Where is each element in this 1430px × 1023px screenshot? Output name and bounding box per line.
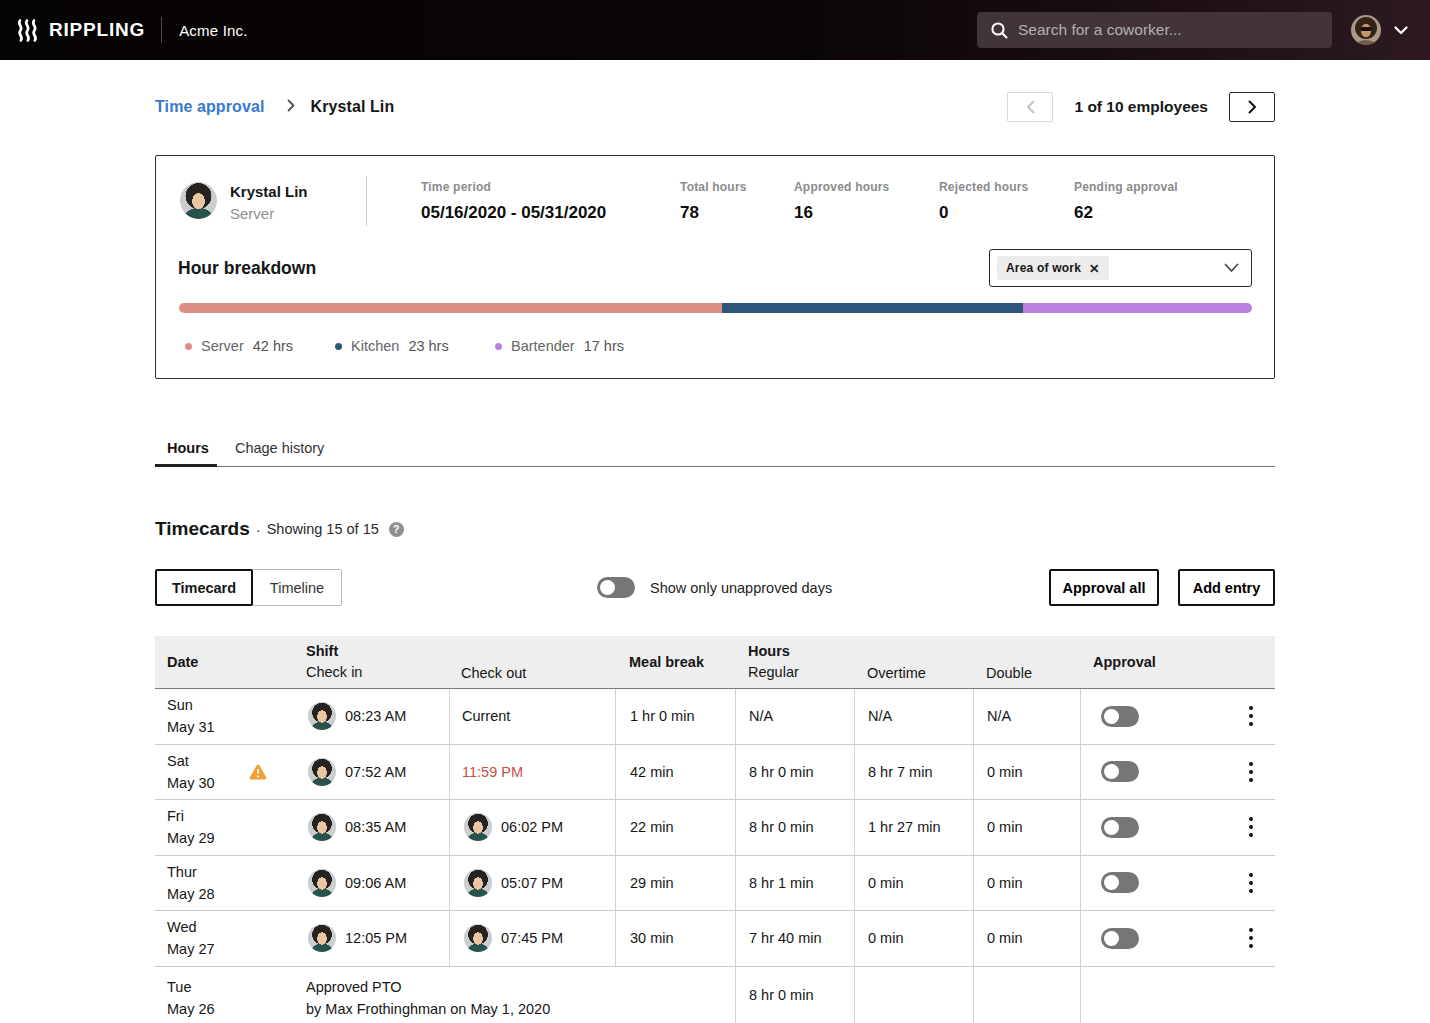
approval-all-button[interactable]: Approval all [1049,569,1159,606]
hour-breakdown-bar [179,303,1252,313]
chip-remove-icon[interactable]: ✕ [1089,261,1099,276]
next-employee-button[interactable] [1229,92,1275,122]
employee-name: Krystal Lin [230,183,308,200]
warning-icon [249,764,267,783]
timecard-row-may30: SatMay 30 07:52 AM 11:59 PM 42 min 8 hr … [155,745,1275,801]
row-menu-icon[interactable] [1249,815,1253,839]
user-avatar[interactable] [1351,15,1381,45]
account-menu-chevron-icon[interactable] [1394,21,1408,39]
search-icon [990,21,1009,40]
tab-bar: Hours Chage history [155,440,1275,467]
card-divider [366,176,367,226]
approve-toggle[interactable] [1101,706,1139,727]
unapproved-days-toggle[interactable] [597,577,635,598]
breadcrumb-time-approval[interactable]: Time approval [155,98,265,116]
view-switcher: Timecard Timeline [155,569,342,606]
checkin-avatar [308,869,336,897]
previous-employee-button[interactable] [1007,92,1053,122]
bar-segment-bartender [1023,303,1252,313]
timecard-row-may27: WedMay 27 12:05 PM 07:45 PM 30 min 7 hr … [155,911,1275,967]
employee-summary-card: Krystal Lin Server Time period 05/16/202… [155,155,1275,379]
legend-dot [185,343,192,350]
timecard-row-may29: FriMay 29 08:35 AM 06:02 PM 22 min 8 hr … [155,800,1275,856]
col-checkout: Check out [449,636,615,688]
dropdown-chevron-icon [1224,259,1239,277]
breadcrumb-employee-name: Krystal Lin [311,98,395,116]
rippling-logo-icon [15,17,42,44]
timecard-row-may28: ThurMay 28 09:06 AM 05:07 PM 29 min 8 hr… [155,856,1275,912]
col-shift-checkin: Shift Check in [294,636,449,688]
late-checkout-time: 11:59 PM [462,764,523,780]
help-icon[interactable]: ? [389,522,404,537]
table-header: Date Shift Check in Check out Meal break… [155,636,1275,689]
checkout-avatar [464,813,492,841]
col-date: Date [155,636,294,688]
employee-role: Server [230,205,274,222]
unapproved-days-label: Show only unapproved days [650,580,832,596]
row-menu-icon[interactable] [1249,871,1253,895]
timecard-row-may31: SunMay 31 08:23 AM Current 1 hr 0 min N/… [155,689,1275,745]
col-approval: Approval [1080,636,1275,688]
employee-avatar [180,182,217,219]
area-of-work-dropdown[interactable]: Area of work ✕ [989,249,1252,287]
approve-toggle[interactable] [1101,872,1139,893]
search-input[interactable] [1018,21,1308,39]
col-hours-regular: Hours Regular [735,636,854,688]
col-double: Double [973,636,1080,688]
add-entry-button[interactable]: Add entry [1178,569,1275,606]
company-name: Acme Inc. [179,22,248,39]
area-of-work-chip[interactable]: Area of work ✕ [997,256,1109,280]
legend-dot [335,343,342,350]
timecards-count: Showing 15 of 15 [267,521,379,537]
timecard-row-may26: TueMay 26 Approved PTO by Max Frothinghm… [155,967,1275,1023]
checkin-avatar [308,924,336,952]
stat-rejected-hours: Rejected hours 0 [939,180,1029,223]
brand-name: RIPPLING [49,19,145,41]
tab-change-history[interactable]: Chage history [225,440,332,467]
row-menu-icon[interactable] [1249,704,1253,728]
timecards-title: Timecards [155,518,250,540]
legend-dot [495,343,502,350]
coworker-search[interactable] [977,12,1332,48]
legend-server: Server42 hrs [185,338,293,354]
approve-toggle[interactable] [1101,761,1139,782]
col-overtime: Overtime [854,636,973,688]
bar-segment-server [179,303,722,313]
checkout-avatar [464,924,492,952]
view-timeline-button[interactable]: Timeline [252,569,342,606]
legend-bartender: Bartender17 hrs [495,338,624,354]
stat-time-period: Time period 05/16/2020 - 05/31/2020 [421,180,606,223]
checkout-avatar [464,869,492,897]
stat-approved-hours: Approved hours 16 [794,180,889,223]
hour-breakdown-title: Hour breakdown [178,258,316,279]
approve-toggle[interactable] [1101,928,1139,949]
top-bar: RIPPLING Acme Inc. [0,0,1430,60]
stat-pending-approval: Pending approval 62 [1074,180,1178,223]
approve-toggle[interactable] [1101,817,1139,838]
chevron-left-icon [1026,100,1035,114]
breadcrumb-chevron-icon [287,99,295,115]
view-timecard-button[interactable]: Timecard [155,569,253,606]
checkin-avatar [308,813,336,841]
employee-pager-label: 1 of 10 employees [1074,98,1208,116]
tab-hours[interactable]: Hours [155,440,217,467]
stat-total-hours: Total hours 78 [680,180,747,223]
checkin-avatar [308,702,336,730]
timecards-table: Date Shift Check in Check out Meal break… [155,636,1275,1023]
pto-note: Approved PTO by Max Frothinghman on May … [294,967,735,1023]
topbar-divider [161,17,162,43]
chevron-right-icon [1248,100,1257,114]
row-menu-icon[interactable] [1249,760,1253,784]
row-menu-icon[interactable] [1249,926,1253,950]
bar-segment-kitchen [722,303,1024,313]
checkin-avatar [308,758,336,786]
legend-kitchen: Kitchen23 hrs [335,338,449,354]
col-meal-break: Meal break [615,636,735,688]
